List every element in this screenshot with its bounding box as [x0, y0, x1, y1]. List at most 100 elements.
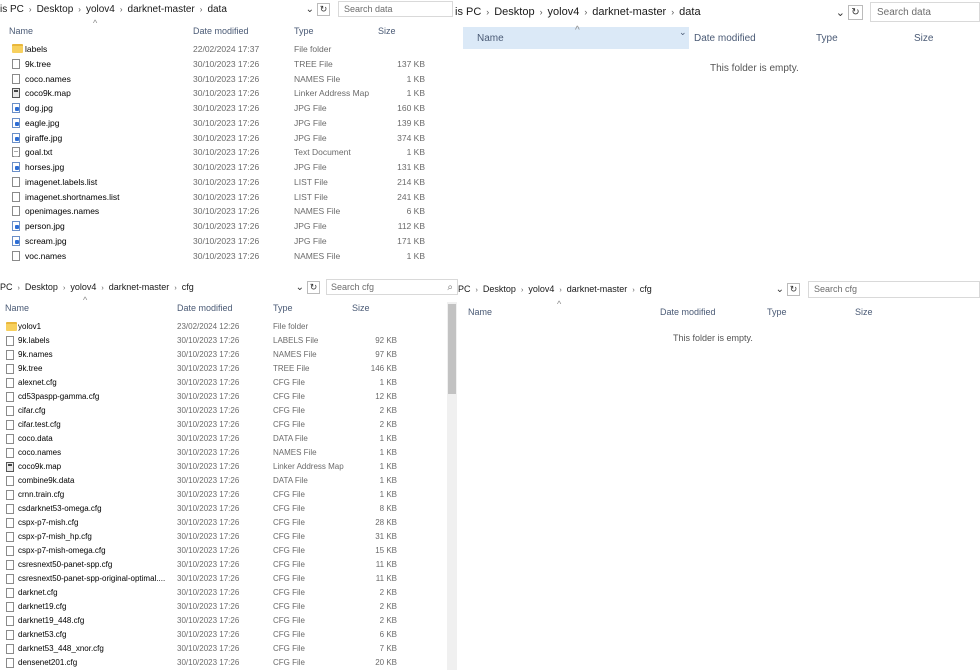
file-row[interactable]: csresnext50-panet-spp-original-optimal..…	[0, 572, 458, 586]
breadcrumb-item[interactable]: darknet-master	[567, 284, 628, 294]
column-type[interactable]: Type	[294, 26, 314, 36]
file-row[interactable]: cspx-p7-mish.cfg 30/10/2023 17:26 CFG File…	[0, 516, 458, 530]
file-row[interactable]: darknet53_448_xnor.cfg 30/10/2023 17:26 CF…	[0, 642, 458, 656]
column-name[interactable]: Name	[9, 26, 33, 36]
scrollbar-thumb[interactable]	[448, 304, 456, 394]
file-row[interactable]: dog.jpg 30/10/2023 17:26 JPG File 160 KB	[0, 101, 453, 116]
column-date[interactable]: Date modified	[193, 26, 249, 36]
column-dropdown-icon[interactable]: ⌄	[679, 27, 687, 38]
breadcrumb-item[interactable]: data	[679, 6, 700, 18]
column-name[interactable]: Name	[477, 33, 504, 44]
file-row[interactable]: coco.names 30/10/2023 17:26 NAMES File 1 KB	[0, 446, 458, 460]
search-input[interactable]: Search data	[338, 1, 453, 17]
file-row[interactable]: cspx-p7-mish_hp.cfg 30/10/2023 17:26 CFG F…	[0, 530, 458, 544]
address-bar[interactable]: PC › Desktop › yolov4 › darknet-master ›…	[458, 278, 980, 300]
breadcrumb-item[interactable]: darknet-master	[128, 4, 195, 15]
file-row[interactable]: 9k.labels 30/10/2023 17:26 LABELS File 92 K…	[0, 334, 458, 348]
file-row[interactable]: cd53paspp-gamma.cfg 30/10/2023 17:26 CFG F…	[0, 390, 458, 404]
file-row[interactable]: cifar.test.cfg 30/10/2023 17:26 CFG File 2 …	[0, 418, 458, 432]
breadcrumb-item[interactable]: Desktop	[483, 284, 516, 294]
file-row[interactable]: darknet19.cfg 30/10/2023 17:26 CFG File 2 K…	[0, 600, 458, 614]
file-row[interactable]: labels 22/02/2024 17:37 File folder	[0, 42, 453, 57]
refresh-icon[interactable]: ↻	[307, 280, 320, 294]
refresh-icon[interactable]: ↻	[848, 4, 863, 20]
column-name[interactable]: Name	[468, 307, 492, 317]
file-row[interactable]: openimages.names 30/10/2023 17:26 NAMES Fi…	[0, 204, 453, 219]
column-size[interactable]: Size	[914, 33, 933, 44]
chevron-down-icon[interactable]: ⌄	[836, 6, 845, 19]
file-row[interactable]: voc.names 30/10/2023 17:26 NAMES File 1 KB	[0, 249, 453, 264]
file-row[interactable]: person.jpg 30/10/2023 17:26 JPG File 112 KB	[0, 219, 453, 234]
breadcrumb[interactable]: PC › Desktop › yolov4 › darknet-master ›…	[458, 284, 771, 294]
column-name[interactable]: Name	[5, 303, 29, 313]
breadcrumb-item[interactable]: yolov4	[86, 4, 115, 15]
breadcrumb[interactable]: is PC › Desktop › yolov4 › darknet-maste…	[0, 4, 301, 15]
file-row[interactable]: cspx-p7-mish-omega.cfg 30/10/2023 17:26 CF…	[0, 544, 458, 558]
breadcrumb-item[interactable]: data	[207, 4, 226, 15]
search-input[interactable]: Search cfg	[808, 280, 980, 298]
file-row[interactable]: 9k.tree 30/10/2023 17:26 TREE File 137 KB	[0, 57, 453, 72]
file-row[interactable]: coco.names 30/10/2023 17:26 NAMES File 1 KB	[0, 72, 453, 87]
file-row[interactable]: eagle.jpg 30/10/2023 17:26 JPG File 139 KB	[0, 116, 453, 131]
search-input[interactable]: Search cfg ⌕	[326, 279, 458, 295]
file-row[interactable]: 9k.tree 30/10/2023 17:26 TREE File 146 KB	[0, 362, 458, 376]
refresh-icon[interactable]: ↻	[317, 2, 330, 16]
address-bar[interactable]: is PC › Desktop › yolov4 › darknet-maste…	[453, 0, 980, 24]
file-row[interactable]: darknet19_448.cfg 30/10/2023 17:26 CFG Fil…	[0, 614, 458, 628]
file-row[interactable]: scream.jpg 30/10/2023 17:26 JPG File 171 KB	[0, 234, 453, 249]
breadcrumb-item[interactable]: Desktop	[494, 6, 534, 18]
file-row[interactable]: crnn.train.cfg 30/10/2023 17:26 CFG File 1 …	[0, 488, 458, 502]
breadcrumb-item[interactable]: PC	[0, 282, 13, 292]
file-row[interactable]: coco9k.map 30/10/2023 17:26 Linker Address…	[0, 86, 453, 101]
file-row[interactable]: coco9k.map 30/10/2023 17:26 Linker Address…	[0, 460, 458, 474]
breadcrumb-item[interactable]: darknet-master	[592, 6, 666, 18]
file-row[interactable]: goal.txt 30/10/2023 17:26 Text Document 1 K…	[0, 145, 453, 160]
column-size[interactable]: Size	[855, 307, 873, 317]
file-row[interactable]: imagenet.shortnames.list 30/10/2023 17:26…	[0, 190, 453, 205]
file-row[interactable]: horses.jpg 30/10/2023 17:26 JPG File 131 KB	[0, 160, 453, 175]
file-row[interactable]: imagenet.labels.list 30/10/2023 17:26 LIST…	[0, 175, 453, 190]
file-row[interactable]: darknet.cfg 30/10/2023 17:26 CFG File 2 KB	[0, 586, 458, 600]
column-date[interactable]: Date modified	[177, 303, 233, 313]
file-row[interactable]: csdarknet53-omega.cfg 30/10/2023 17:26 CFG…	[0, 502, 458, 516]
column-date[interactable]: Date modified	[660, 307, 716, 317]
column-size[interactable]: Size	[378, 26, 396, 36]
column-type[interactable]: Type	[767, 307, 787, 317]
column-type[interactable]: Type	[273, 303, 293, 313]
breadcrumb[interactable]: PC › Desktop › yolov4 › darknet-master ›…	[0, 282, 291, 292]
breadcrumb-item[interactable]: Desktop	[25, 282, 58, 292]
breadcrumb-item[interactable]: yolov4	[548, 6, 580, 18]
address-bar[interactable]: is PC › Desktop › yolov4 › darknet-maste…	[0, 0, 453, 18]
file-row[interactable]: yolov1 23/02/2024 12:26 File folder	[0, 320, 458, 334]
breadcrumb-item[interactable]: cfg	[640, 284, 652, 294]
breadcrumb-item[interactable]: darknet-master	[109, 282, 170, 292]
breadcrumb-item[interactable]: cfg	[182, 282, 194, 292]
file-row[interactable]: 9k.names 30/10/2023 17:26 NAMES File 97 KB	[0, 348, 458, 362]
breadcrumb-item[interactable]: is PC	[0, 4, 24, 15]
file-row[interactable]: combine9k.data 30/10/2023 17:26 DATA File 1…	[0, 474, 458, 488]
file-row[interactable]: alexnet.cfg 30/10/2023 17:26 CFG File 1 KB	[0, 376, 458, 390]
search-icon[interactable]: ⌕	[447, 282, 453, 293]
file-row[interactable]: csresnext50-panet-spp.cfg 30/10/2023 17:2…	[0, 558, 458, 572]
address-bar[interactable]: PC › Desktop › yolov4 › darknet-master ›…	[0, 278, 458, 296]
file-row[interactable]: giraffe.jpg 30/10/2023 17:26 JPG File 374 K…	[0, 131, 453, 146]
breadcrumb-item[interactable]: Desktop	[37, 4, 74, 15]
chevron-down-icon[interactable]: ⌄	[296, 282, 304, 293]
file-row[interactable]: coco.data 30/10/2023 17:26 DATA File 1 KB	[0, 432, 458, 446]
file-row[interactable]: densenet201.cfg 30/10/2023 17:26 CFG File 2…	[0, 656, 458, 670]
file-row[interactable]: darknet53.cfg 30/10/2023 17:26 CFG File 6 K…	[0, 628, 458, 642]
breadcrumb-item[interactable]: is PC	[455, 6, 481, 18]
breadcrumb-item[interactable]: yolov4	[70, 282, 96, 292]
column-size[interactable]: Size	[352, 303, 370, 313]
file-row[interactable]: cifar.cfg 30/10/2023 17:26 CFG File 2 KB	[0, 404, 458, 418]
refresh-icon[interactable]: ↻	[787, 282, 800, 296]
column-date[interactable]: Date modified	[694, 33, 756, 44]
search-input[interactable]: Search data	[870, 2, 980, 22]
chevron-down-icon[interactable]: ⌄	[776, 284, 784, 295]
column-type[interactable]: Type	[816, 33, 838, 44]
breadcrumb[interactable]: is PC › Desktop › yolov4 › darknet-maste…	[455, 6, 831, 18]
vertical-scrollbar[interactable]	[447, 302, 457, 670]
breadcrumb-item[interactable]: yolov4	[528, 284, 554, 294]
breadcrumb-item[interactable]: PC	[458, 284, 471, 294]
chevron-down-icon[interactable]: ⌄	[306, 4, 314, 15]
